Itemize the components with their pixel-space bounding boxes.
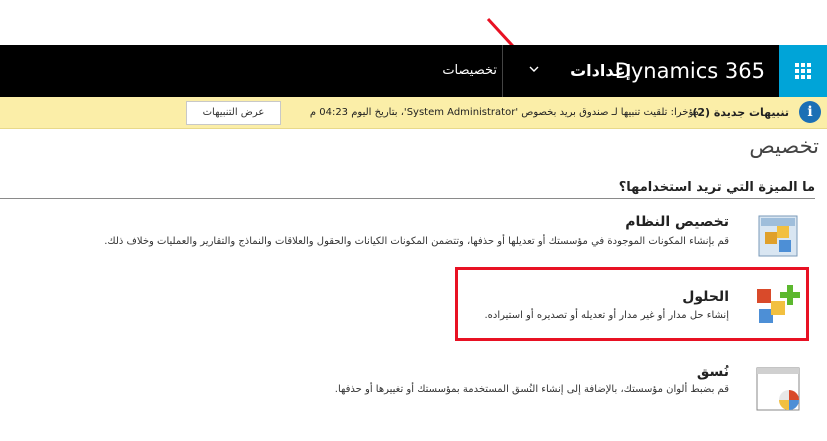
- highlight-box: [455, 267, 809, 341]
- nav-item-customizations[interactable]: تخصيصات: [442, 45, 497, 97]
- area-menu-settings[interactable]: إعدادات: [570, 45, 631, 97]
- list-item-themes[interactable]: نُسق قم بضبط ألوان مؤسستك، بالإضافة إلى …: [0, 362, 827, 412]
- notification-bar: i تنبيهات جديدة (2) مؤخرا: تلقيت تنبيها …: [0, 97, 827, 129]
- system-customization-icon: [758, 215, 798, 257]
- item-description: قم بإنشاء المكونات الموجودة في مؤسستك أو…: [104, 236, 729, 247]
- section-divider: [0, 198, 815, 199]
- app-launcher-button[interactable]: [779, 45, 827, 97]
- item-title[interactable]: تخصيص النظام: [625, 214, 729, 230]
- app-title[interactable]: Dynamics 365: [615, 45, 765, 97]
- view-alerts-button[interactable]: عرض التنبيهات: [186, 101, 281, 125]
- item-title[interactable]: نُسق: [697, 364, 729, 380]
- themes-icon: [756, 367, 800, 411]
- section-question: ما الميزة التي تريد استخدامها؟: [618, 180, 815, 195]
- chevron-down-icon[interactable]: [528, 63, 540, 75]
- page-title: تخصيص: [749, 134, 819, 158]
- nav-separator: [502, 45, 503, 97]
- list-item-customize-system[interactable]: تخصيص النظام قم بإنشاء المكونات الموجودة…: [0, 212, 827, 262]
- item-description: قم بضبط ألوان مؤسستك، بالإضافة إلى إنشاء…: [334, 384, 729, 395]
- notification-title: تنبيهات جديدة (2): [692, 106, 789, 119]
- waffle-icon: [795, 63, 811, 79]
- info-icon: i: [799, 101, 821, 123]
- top-nav-bar: Dynamics 365 إعدادات تخصيصات: [0, 45, 827, 97]
- notification-message: مؤخرا: تلقيت تنبيها لـ صندوق بريد بخصوص …: [309, 107, 699, 118]
